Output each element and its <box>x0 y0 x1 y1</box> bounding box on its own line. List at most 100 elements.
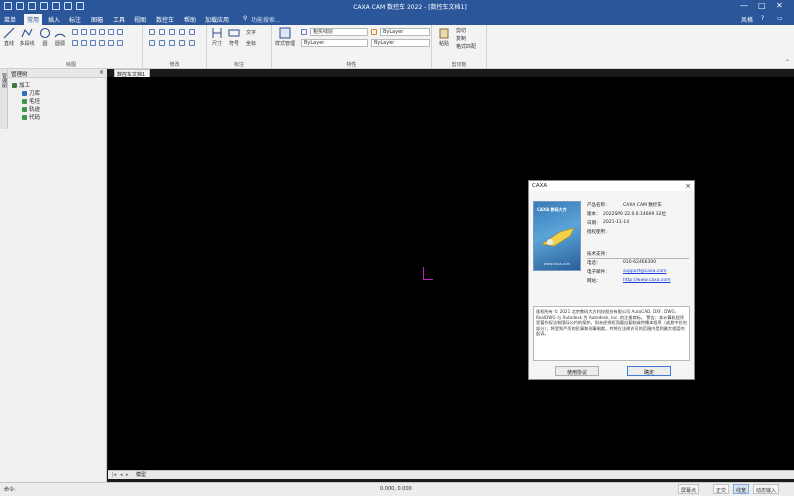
function-search-input[interactable]: 功能搜索... <box>251 15 281 24</box>
minimize-button[interactable]: — <box>740 1 748 11</box>
offset-icon[interactable] <box>81 40 87 46</box>
ellipse-icon[interactable] <box>90 29 96 35</box>
document-tab[interactable]: 数控车文档1 <box>114 69 150 78</box>
dialog-close-icon[interactable]: × <box>685 182 691 190</box>
ortho-button[interactable]: 正交 <box>713 484 730 494</box>
polygon-icon[interactable] <box>81 29 87 35</box>
tree-item-blank[interactable]: 毛坯 <box>22 97 40 105</box>
help-icon[interactable]: ? <box>761 15 764 22</box>
paste-tool-label: 粘贴 <box>438 41 449 47</box>
menu-nc-lathe[interactable]: 数控车 <box>156 15 174 24</box>
equidistant-icon[interactable] <box>99 40 105 46</box>
menu-drawing-frame[interactable]: 图幅 <box>91 15 103 24</box>
mirror-icon[interactable] <box>179 29 185 35</box>
lineweight-select[interactable]: ByLayer <box>371 39 430 47</box>
tree-item-toolpath[interactable]: 轨迹 <box>22 105 40 113</box>
rectangle-icon[interactable] <box>72 29 78 35</box>
fill-icon[interactable] <box>90 40 96 46</box>
panel-close-icon[interactable]: × <box>99 69 104 76</box>
scale-icon[interactable] <box>189 29 195 35</box>
arc-tool[interactable]: 圆弧 <box>53 27 67 47</box>
menu-load-app[interactable]: 加载应用 <box>205 15 229 24</box>
new-file-icon[interactable] <box>16 2 24 10</box>
next-tab-icon[interactable]: ▸ <box>126 472 129 478</box>
prev-tab-icon[interactable]: ◂ <box>120 472 123 478</box>
app-menu-icon[interactable] <box>4 2 12 10</box>
copy-object-icon[interactable] <box>159 29 165 35</box>
tree-item-tool-library[interactable]: 刀库 <box>22 89 40 97</box>
blank-icon <box>22 99 27 104</box>
rotate-icon[interactable] <box>169 29 175 35</box>
first-tab-icon[interactable]: |◂ <box>112 472 116 478</box>
ucs-x-axis <box>423 279 433 280</box>
ribbon-group-dimension-label: 标注 <box>233 62 244 68</box>
color-icon[interactable] <box>371 29 377 35</box>
polyline-tool[interactable]: 多段线 <box>17 27 37 47</box>
linetype-select[interactable]: ByLayer <box>301 39 368 47</box>
undo-icon[interactable] <box>64 2 72 10</box>
chamfer-icon[interactable] <box>179 40 185 46</box>
email-link[interactable]: support@caxa.com <box>623 269 666 274</box>
layer-icon[interactable] <box>301 29 307 35</box>
tree-item-code[interactable]: 代码 <box>22 113 40 121</box>
screen-point-button[interactable]: 屏幕点 <box>678 484 700 494</box>
move-icon[interactable] <box>149 29 155 35</box>
menu-tools[interactable]: 工具 <box>113 15 125 24</box>
toolpath-icon <box>22 107 27 112</box>
centerline-icon[interactable] <box>72 40 78 46</box>
collapse-ribbon-icon[interactable]: ⌃ <box>785 59 790 66</box>
more-draw-icon[interactable] <box>117 40 123 46</box>
circle-tool[interactable]: 圆 <box>39 27 51 47</box>
line-tool[interactable]: 直线 <box>2 27 16 47</box>
dynamic-input-button[interactable]: 动态输入 <box>753 484 780 494</box>
machining-icon <box>12 83 17 88</box>
symbol-tool[interactable]: 符号 <box>227 27 241 47</box>
menu-app[interactable]: 菜单 <box>4 15 16 24</box>
menu-insert[interactable]: 插入 <box>48 15 60 24</box>
menu-common[interactable]: 常用 <box>24 14 43 25</box>
style-dropdown[interactable]: 风格 <box>741 15 753 24</box>
ok-button[interactable]: 确定 <box>627 366 671 376</box>
model-tab[interactable]: 模型 <box>136 471 146 478</box>
coordinate-readout: 0.000, 0.000 <box>380 486 412 492</box>
coordinate-tool[interactable]: 坐标 <box>246 40 256 47</box>
menu-annotate[interactable]: 标注 <box>69 15 81 24</box>
ribbon-group-draw-label: 绘图 <box>65 62 76 68</box>
hatch-icon[interactable] <box>117 29 123 35</box>
email-label: 电子邮件： <box>587 270 610 275</box>
layer-select[interactable]: 粗实线层 <box>310 28 368 36</box>
style-manage-tool[interactable]: 样式管理 <box>274 27 296 47</box>
trim-icon[interactable] <box>149 40 155 46</box>
extend-icon[interactable] <box>159 40 165 46</box>
print-icon[interactable] <box>52 2 60 10</box>
dialog-title-bar: CAXA × <box>529 181 694 191</box>
open-file-icon[interactable] <box>28 2 36 10</box>
point-icon[interactable] <box>108 29 114 35</box>
agreement-button[interactable]: 使用协议 <box>555 366 599 376</box>
save-icon[interactable] <box>40 2 48 10</box>
side-tab-management-tree[interactable]: 管理树 <box>0 69 8 129</box>
paste-tool[interactable]: 粘贴 <box>436 27 452 47</box>
color-select[interactable]: ByLayer <box>380 28 430 36</box>
dimension-tool[interactable]: 尺寸 <box>210 27 224 47</box>
fillet-icon[interactable] <box>169 40 175 46</box>
menu-view[interactable]: 视图 <box>134 15 146 24</box>
cloud-icon[interactable] <box>108 40 114 46</box>
spline-icon[interactable] <box>99 29 105 35</box>
text-tool[interactable]: 文字 <box>246 29 256 36</box>
website-link[interactable]: http://www.caxa.com <box>623 278 671 283</box>
copy-tool[interactable]: 复制 <box>456 35 466 42</box>
menu-help[interactable]: 帮助 <box>184 15 196 24</box>
agreement-button-label: 使用协议 <box>566 370 587 376</box>
ok-button-label: 确定 <box>643 370 654 376</box>
close-button[interactable]: ✕ <box>776 1 783 11</box>
redo-icon[interactable] <box>76 2 84 10</box>
title-bar: CAXA CAM 数控车 2022 - [数控车文档1] — □ ✕ <box>0 0 794 13</box>
restore-ribbon-icon[interactable]: ▭ <box>777 15 783 22</box>
array-icon[interactable] <box>189 40 195 46</box>
maximize-button[interactable]: □ <box>758 1 766 11</box>
lineweight-button[interactable]: 线宽 <box>733 484 750 494</box>
format-match-tool[interactable]: 格式匹配 <box>456 43 476 50</box>
tree-root-machining[interactable]: 加工 <box>12 81 30 89</box>
cut-tool[interactable]: 剪切 <box>456 27 466 34</box>
